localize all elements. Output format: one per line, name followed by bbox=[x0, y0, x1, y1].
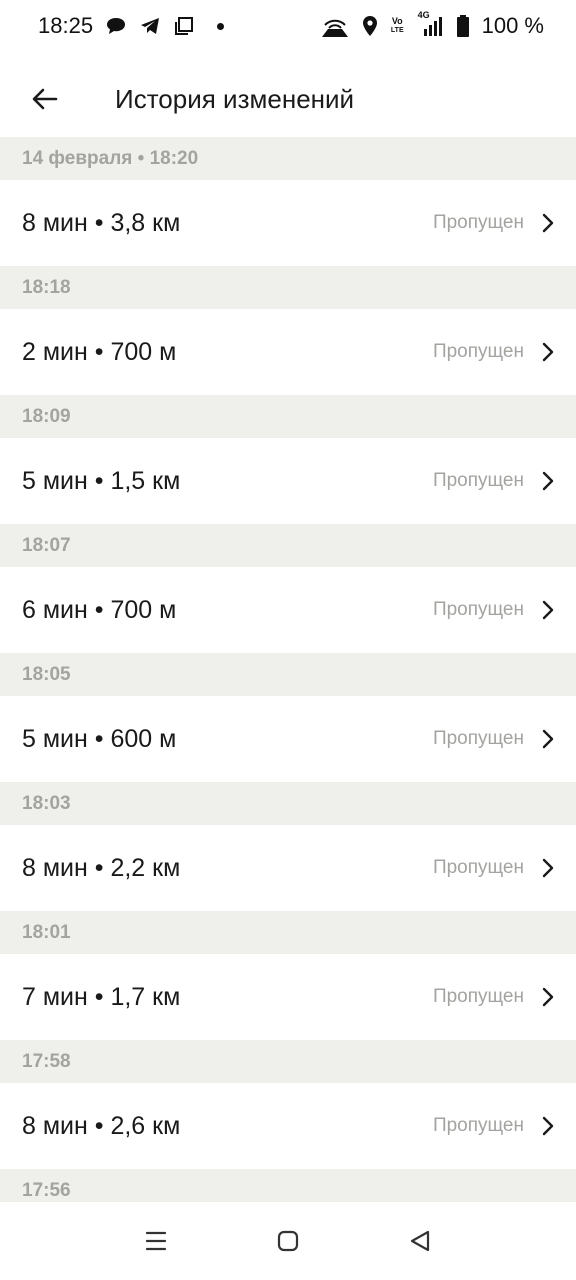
telegram-icon bbox=[139, 16, 161, 36]
volte-bottom-label: LTE bbox=[390, 27, 404, 34]
history-row[interactable]: 8 мин • 3,8 км Пропущен bbox=[0, 180, 576, 266]
chat-bubble-icon bbox=[105, 16, 127, 36]
history-row[interactable]: 8 мин • 2,6 км Пропущен bbox=[0, 1083, 576, 1169]
battery-icon bbox=[456, 15, 470, 37]
row-summary: 5 мин • 600 м bbox=[22, 724, 177, 753]
history-row[interactable]: 5 мин • 600 м Пропущен bbox=[0, 696, 576, 782]
row-summary: 7 мин • 1,7 км bbox=[22, 982, 181, 1011]
status-bar: 18:25 Vo LTE 4G 100 % bbox=[0, 0, 576, 52]
volte-top-label: Vo bbox=[391, 16, 403, 26]
history-row[interactable]: 5 мин • 1,5 км Пропущен bbox=[0, 438, 576, 524]
app-header: История изменений bbox=[0, 60, 576, 138]
network-type-label: 4G bbox=[417, 10, 430, 20]
group-header: 18:01 bbox=[0, 911, 576, 954]
home-icon bbox=[277, 1230, 299, 1252]
system-back-button[interactable] bbox=[396, 1217, 444, 1265]
battery-percentage: 100 % bbox=[481, 13, 544, 38]
chevron-right-icon bbox=[538, 471, 558, 491]
group-header: 18:18 bbox=[0, 266, 576, 309]
signal-icon: 4G bbox=[416, 11, 444, 37]
recent-apps-button[interactable] bbox=[132, 1217, 180, 1265]
chevron-right-icon bbox=[538, 342, 558, 362]
back-triangle-icon bbox=[410, 1230, 430, 1252]
history-row[interactable]: 2 мин • 700 м Пропущен bbox=[0, 309, 576, 395]
history-row[interactable]: 6 мин • 700 м Пропущен bbox=[0, 567, 576, 653]
row-status: Пропущен bbox=[432, 728, 524, 749]
hotspot-icon bbox=[321, 15, 349, 37]
row-status: Пропущен bbox=[432, 599, 524, 620]
row-status: Пропущен bbox=[432, 986, 524, 1007]
status-bar-right: Vo LTE 4G 100 % bbox=[321, 11, 544, 39]
chevron-right-icon bbox=[538, 1116, 558, 1136]
row-status: Пропущен bbox=[432, 212, 524, 233]
status-bar-left: 18:25 bbox=[38, 13, 225, 39]
group-header: 18:07 bbox=[0, 524, 576, 567]
chevron-right-icon bbox=[538, 600, 558, 620]
row-status: Пропущен bbox=[432, 341, 524, 362]
chevron-right-icon bbox=[538, 729, 558, 749]
group-header: 18:09 bbox=[0, 395, 576, 438]
copy-icon bbox=[173, 16, 195, 36]
row-summary: 8 мин • 2,2 км bbox=[22, 853, 181, 882]
location-icon bbox=[361, 15, 379, 37]
group-header: 18:03 bbox=[0, 782, 576, 825]
system-nav-bar bbox=[0, 1202, 576, 1280]
row-status: Пропущен bbox=[432, 857, 524, 878]
home-button[interactable] bbox=[264, 1217, 312, 1265]
chevron-right-icon bbox=[538, 213, 558, 233]
screen: 18:25 Vo LTE 4G 100 % История изменений … bbox=[0, 0, 576, 1280]
menu-icon bbox=[145, 1231, 167, 1251]
status-time: 18:25 bbox=[38, 13, 94, 38]
row-status: Пропущен bbox=[432, 1115, 524, 1136]
history-row[interactable]: 8 мин • 2,2 км Пропущен bbox=[0, 825, 576, 911]
history-list[interactable]: 14 февраля • 18:20 8 мин • 3,8 км Пропущ… bbox=[0, 137, 576, 1212]
row-summary: 2 мин • 700 м bbox=[22, 337, 177, 366]
back-button[interactable] bbox=[15, 69, 75, 129]
chevron-right-icon bbox=[538, 858, 558, 878]
page-title: История изменений bbox=[115, 83, 355, 114]
chevron-right-icon bbox=[538, 987, 558, 1007]
row-summary: 8 мин • 2,6 км bbox=[22, 1111, 181, 1140]
history-row[interactable]: 7 мин • 1,7 км Пропущен bbox=[0, 954, 576, 1040]
row-summary: 8 мин • 3,8 км bbox=[22, 208, 181, 237]
row-summary: 5 мин • 1,5 км bbox=[22, 466, 181, 495]
arrow-left-icon bbox=[32, 88, 58, 110]
group-header: 17:58 bbox=[0, 1040, 576, 1083]
group-header: 14 февраля • 18:20 bbox=[0, 137, 576, 180]
row-status: Пропущен bbox=[432, 470, 524, 491]
group-header: 18:05 bbox=[0, 653, 576, 696]
dot-icon bbox=[217, 22, 225, 30]
row-summary: 6 мин • 700 м bbox=[22, 595, 177, 624]
volte-icon: Vo LTE bbox=[391, 17, 404, 35]
